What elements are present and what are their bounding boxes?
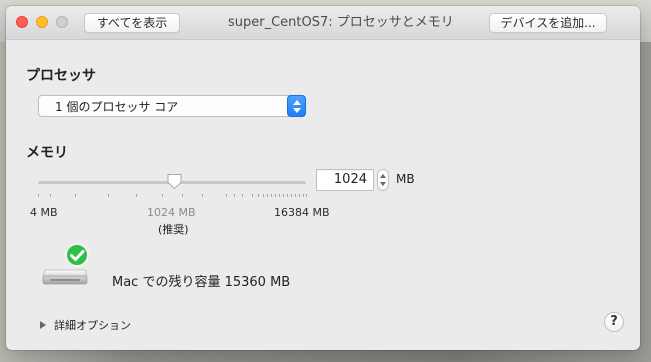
memory-slider-tick [182, 194, 183, 197]
zoom-window-button[interactable] [56, 16, 68, 28]
memory-slider-tick [283, 194, 284, 197]
processor-memory-window: すべてを表示 super_CentOS7: プロセッサとメモリ デバイスを追加.… [6, 6, 640, 350]
mac-mini-icon-graphic [42, 243, 89, 285]
memory-slider-tick [267, 194, 268, 197]
memory-slider-tick [252, 194, 253, 197]
window-title: super_CentOS7: プロセッサとメモリ [228, 15, 454, 30]
stepper-icon[interactable] [377, 169, 389, 191]
memory-max-label: 16384 MB [274, 206, 330, 219]
advanced-options-disclosure[interactable]: 詳細オプション [40, 317, 150, 333]
titlebar: すべてを表示 super_CentOS7: プロセッサとメモリ デバイスを追加.… [6, 6, 640, 40]
triangle-right-icon [40, 321, 46, 329]
memory-slider-tick [263, 194, 264, 197]
slider-thumb-icon [167, 174, 182, 190]
memory-slider-tick [306, 194, 307, 197]
minimize-window-button[interactable] [36, 16, 48, 28]
memory-heading: メモリ [26, 145, 68, 161]
memory-slider-thumb[interactable] [166, 173, 183, 190]
memory-slider-tick [162, 194, 163, 197]
memory-slider-tick [275, 194, 276, 197]
memory-slider-tick [38, 194, 39, 197]
select-down-arrow-icon [293, 108, 301, 113]
memory-slider-tick [75, 194, 76, 197]
memory-slider-tick [287, 194, 288, 197]
chevron-up-down-icon [287, 95, 306, 117]
memory-current-label: 1024 MB [147, 206, 196, 219]
memory-slider-tick [279, 194, 280, 197]
memory-slider-tick [299, 194, 300, 197]
mac-mini-icon [41, 242, 89, 290]
memory-slider-tick [108, 194, 109, 197]
memory-slider-tick [136, 194, 137, 197]
memory-unit-label: MB [396, 172, 415, 186]
memory-slider-tick [271, 194, 272, 197]
memory-size-input[interactable]: 1024 [316, 169, 374, 191]
memory-slider-tick [242, 194, 243, 197]
memory-slider-tick [234, 194, 235, 197]
memory-slider-tick [295, 194, 296, 197]
processor-selected-value: 1 個のプロセッサ コア [55, 100, 179, 114]
memory-slider-tick [202, 194, 203, 197]
advanced-options-label: 詳細オプション [54, 319, 131, 332]
memory-size-value: 1024 [333, 172, 367, 187]
memory-slider-tick [291, 194, 292, 197]
processor-heading: プロセッサ [26, 68, 96, 84]
remaining-capacity-text: Mac での残り容量 15360 MB [112, 275, 291, 290]
memory-min-label: 4 MB [30, 206, 58, 219]
memory-slider-tick [258, 194, 259, 197]
memory-slider-tick [303, 194, 304, 197]
memory-slider-tick [50, 194, 51, 197]
show-all-button[interactable]: すべてを表示 [84, 13, 180, 33]
stepper-up-icon [380, 174, 386, 178]
memory-recommended-label: (推奨) [158, 223, 189, 236]
add-device-button[interactable]: デバイスを追加... [489, 13, 607, 33]
memory-slider-tick [226, 194, 227, 197]
help-icon[interactable]: ? [604, 312, 624, 332]
processor-core-select[interactable]: 1 個のプロセッサ コア [38, 95, 306, 117]
close-window-button[interactable] [16, 16, 28, 28]
stepper-down-icon [380, 182, 386, 186]
select-up-arrow-icon [293, 100, 301, 105]
